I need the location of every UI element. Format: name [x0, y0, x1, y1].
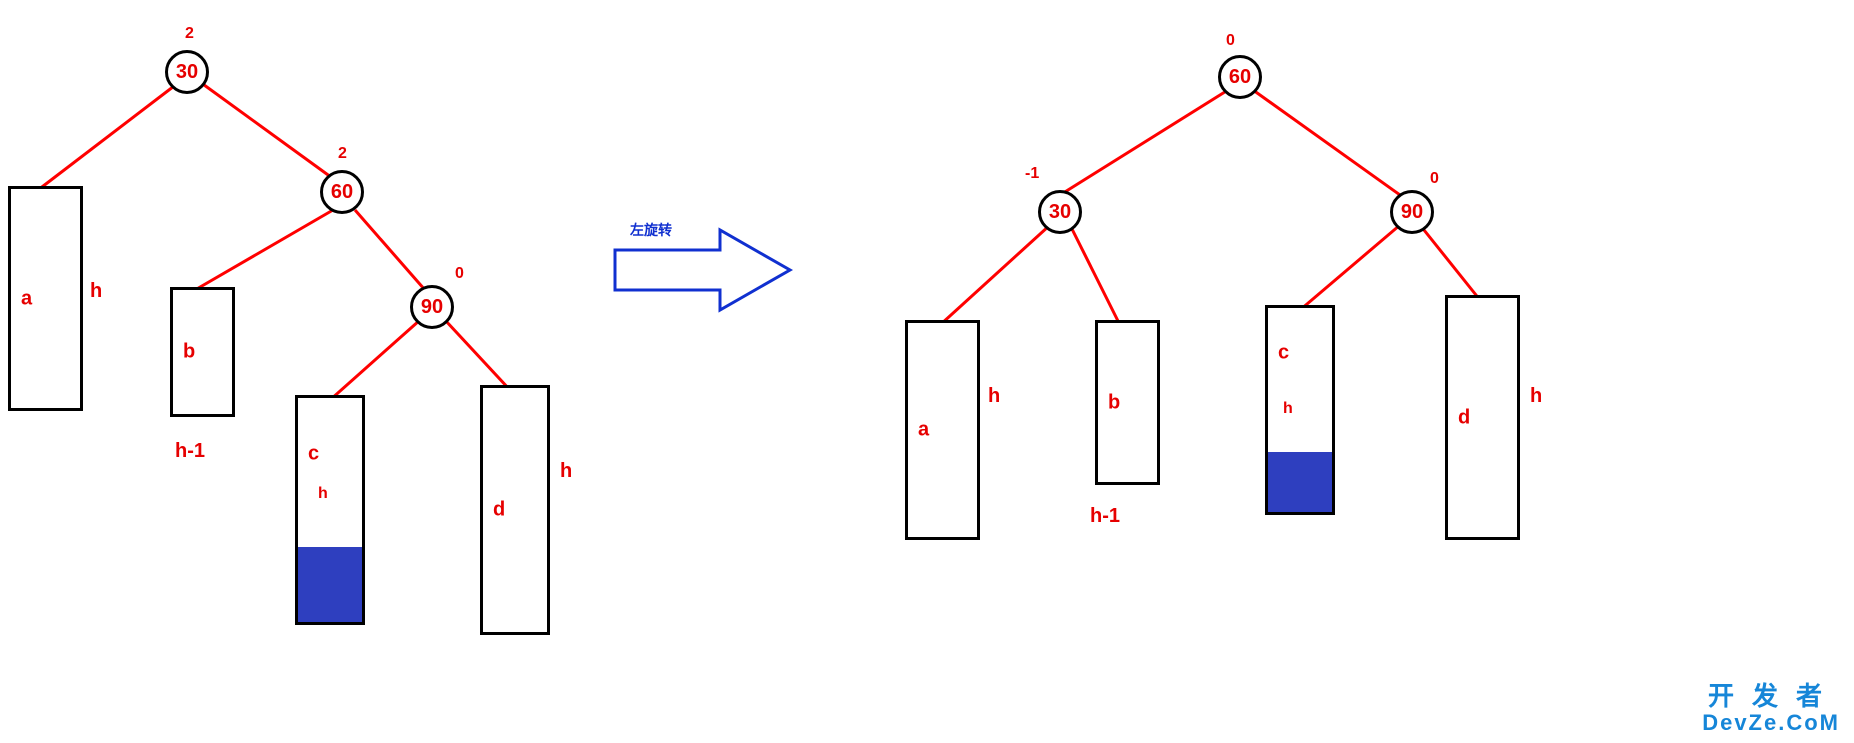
right-subtree-a: a	[905, 320, 980, 540]
left-subtree-b: b	[170, 287, 235, 417]
watermark-line2: DevZe.CoM	[1702, 711, 1840, 735]
fill-marker	[298, 547, 362, 622]
rotation-label: 左旋转	[630, 220, 672, 240]
height-label-d2: h	[1530, 385, 1542, 408]
right-balance-90: 0	[1430, 170, 1439, 188]
right-node-30: 30	[1038, 190, 1082, 234]
fill-marker	[1268, 452, 1332, 512]
height-label-b: h-1	[175, 440, 205, 463]
node-value: 30	[176, 61, 198, 84]
subtree-label: d	[1458, 406, 1470, 429]
diagram-stage: { "operation_label": "左旋转", "watermark":…	[0, 0, 1854, 743]
height-label-d: h	[560, 460, 572, 483]
right-node-90: 90	[1390, 190, 1434, 234]
height-label-c: h	[318, 485, 328, 503]
height-label-a: h	[90, 280, 102, 303]
height-label-a2: h	[988, 385, 1000, 408]
left-node-60: 60	[320, 170, 364, 214]
subtree-label: a	[21, 287, 32, 310]
right-subtree-b: b	[1095, 320, 1160, 485]
right-subtree-d: d	[1445, 295, 1520, 540]
left-node-30: 30	[165, 50, 209, 94]
left-subtree-d: d	[480, 385, 550, 635]
node-value: 90	[421, 296, 443, 319]
left-subtree-c: c	[295, 395, 365, 625]
node-value: 30	[1049, 201, 1071, 224]
subtree-label: c	[308, 443, 319, 466]
watermark-line1: 开发者	[1702, 682, 1840, 711]
subtree-label: b	[183, 341, 195, 364]
watermark: 开发者 DevZe.CoM	[1702, 682, 1840, 735]
left-balance-30: 2	[185, 25, 194, 43]
height-label-b2: h-1	[1090, 505, 1120, 528]
left-balance-90: 0	[455, 265, 464, 283]
left-balance-60: 2	[338, 145, 347, 163]
right-balance-60: 0	[1226, 32, 1235, 50]
node-value: 60	[1229, 66, 1251, 89]
left-subtree-a: a	[8, 186, 83, 411]
node-value: 60	[331, 181, 353, 204]
subtree-label: c	[1278, 341, 1289, 364]
right-node-60: 60	[1218, 55, 1262, 99]
height-label-c2: h	[1283, 400, 1293, 418]
right-balance-30: -1	[1025, 165, 1039, 183]
right-subtree-c: c	[1265, 305, 1335, 515]
left-node-90: 90	[410, 285, 454, 329]
subtree-label: b	[1108, 391, 1120, 414]
subtree-label: a	[918, 419, 929, 442]
subtree-label: d	[493, 499, 505, 522]
node-value: 90	[1401, 201, 1423, 224]
